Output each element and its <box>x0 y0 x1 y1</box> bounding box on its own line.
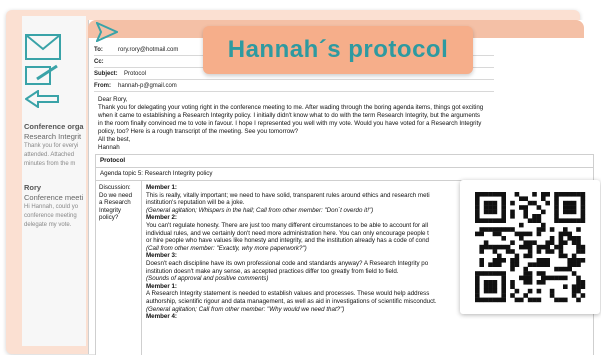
inbox-item-title: Conference orga <box>24 122 84 131</box>
qr-code <box>475 192 586 303</box>
discussion-label: Discussion: Do we need a Research Integr… <box>96 181 142 355</box>
inbox-item-preview: Thank you for everyi <box>24 143 79 149</box>
edit-icon[interactable] <box>25 64 59 86</box>
cc-row[interactable]: Cc: <box>94 56 198 68</box>
inbox-item-rory[interactable]: Rory Conference meeti Hi Hannah, could y… <box>24 183 84 230</box>
inbox-item-preview: attended. Attached <box>24 152 75 158</box>
inbox-item-subject: Research Integrit <box>24 132 82 141</box>
inbox-item-preview: minutes from the m <box>24 161 76 167</box>
cc-label: Cc: <box>94 58 104 65</box>
body-line: in the room finally convinced me to vote… <box>98 120 482 127</box>
greeting: Dear Rory, <box>98 96 128 103</box>
subject-field[interactable]: Protocol <box>124 71 146 77</box>
from-label: From: <box>94 82 111 89</box>
send-icon[interactable] <box>96 22 118 42</box>
from-field[interactable]: hannah-p@gmail.com <box>118 83 177 89</box>
member-label: Member 4: <box>146 313 177 321</box>
inbox-item-conference[interactable]: Conference orga Research Integrit Thank … <box>24 122 84 169</box>
body-line: Thank you for delegating your voting rig… <box>98 104 484 111</box>
signature: Hannah <box>98 144 120 151</box>
protocol-title: Protocol <box>96 155 593 168</box>
subject-row[interactable]: Subject: Protocol <box>94 68 198 80</box>
closing: All the best, <box>98 136 131 143</box>
to-row[interactable]: To: rory.rory@hotmail.com <box>94 44 198 56</box>
subject-label: Subject: <box>94 70 118 77</box>
inbox-item-preview: Hi Hannah, could yo <box>24 204 79 210</box>
email-body: Dear Rory, Thank you for delegating your… <box>98 96 596 152</box>
envelope-icon[interactable] <box>25 34 61 60</box>
to-field[interactable]: rory.rory@hotmail.com <box>118 47 178 53</box>
body-line: policy, too? Here is a rough transcript … <box>98 128 299 135</box>
to-label: To: <box>94 46 103 53</box>
inbox-item-preview: conference meeting <box>24 213 77 219</box>
inbox-item-preview: delegate my vote. <box>24 222 72 228</box>
inbox-item-title: Rory <box>24 183 42 192</box>
reply-arrow-icon[interactable] <box>25 90 59 108</box>
inbox-list: Conference orga Research Integrit Thank … <box>24 122 84 244</box>
qr-code-card <box>460 180 600 314</box>
from-row[interactable]: From: hannah-p@gmail.com <box>94 80 198 92</box>
body-line: when it came to establishing a Research … <box>98 112 481 119</box>
inbox-item-subject: Conference meeti <box>24 193 84 202</box>
email-header: To: rory.rory@hotmail.com Cc: Subject: Pro… <box>94 44 198 92</box>
title-banner: Hannah´s protocol <box>203 26 473 74</box>
